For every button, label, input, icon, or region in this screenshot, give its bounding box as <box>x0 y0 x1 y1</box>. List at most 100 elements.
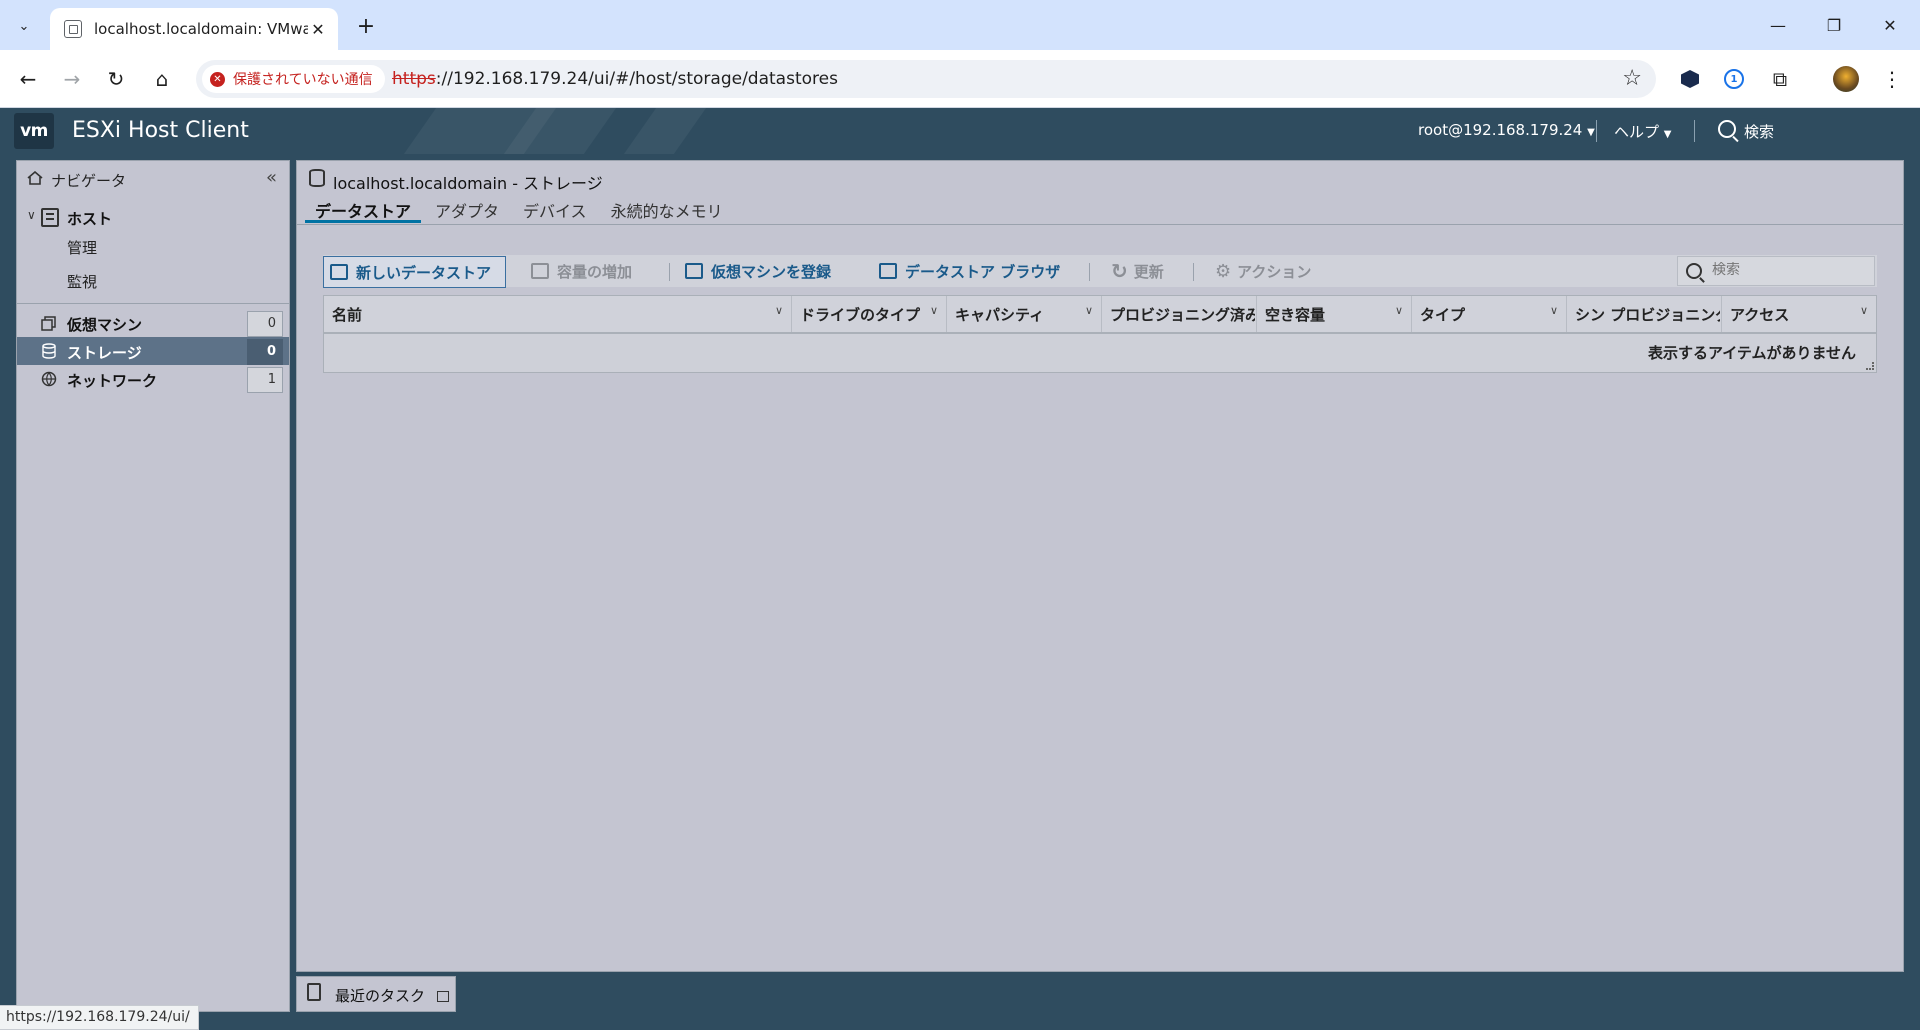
sidebar-item-label: 仮想マシン <box>67 316 143 334</box>
tab-datastores[interactable]: データストア <box>305 195 422 223</box>
url-scheme: https <box>392 69 436 89</box>
collapse-icon[interactable]: « <box>266 167 277 188</box>
register-vm-icon <box>685 263 703 279</box>
chevron-down-icon[interactable]: ∨ <box>775 304 783 317</box>
esxi-header: vm ESXi Host Client root@192.168.179.24 … <box>0 108 1920 154</box>
vmware-favicon-icon <box>64 20 82 38</box>
storage-panel: localhost.localdomain - ストレージ データストア アダプ… <box>296 160 1904 972</box>
tab-persistent-memory[interactable]: 永続的なメモリ <box>601 195 733 223</box>
home-button[interactable]: ⌂ <box>146 63 178 95</box>
expand-chevron-icon[interactable]: ∨ <box>27 208 36 222</box>
column-header-access[interactable]: アクセス ∨ <box>1722 296 1876 332</box>
url-text[interactable]: https://192.168.179.24/ui/#/host/storage… <box>392 69 838 89</box>
chevron-down-icon[interactable]: ∨ <box>930 304 938 317</box>
extensions-puzzle-icon[interactable]: ⧉ <box>1764 63 1796 95</box>
chevron-down-icon[interactable]: ∨ <box>1085 304 1093 317</box>
header-search-label[interactable]: 検索 <box>1744 121 1774 142</box>
new-tab-button[interactable]: + <box>352 12 380 40</box>
chevron-down-icon[interactable]: ∨ <box>1395 304 1403 317</box>
storage-icon <box>309 169 325 187</box>
column-header-provisioned[interactable]: プロビジョニング済み <box>1102 296 1257 332</box>
increase-capacity-icon <box>531 263 549 279</box>
empty-message: 表示するアイテムがありません <box>1647 344 1856 362</box>
datastore-browser-button[interactable]: データストア ブラウザ <box>879 255 1060 287</box>
url-path: ://192.168.179.24/ui/#/host/storage/data… <box>435 69 838 89</box>
tab-adapters[interactable]: アダプタ <box>425 195 509 223</box>
column-header-capacity[interactable]: キャパシティ ∨ <box>947 296 1102 332</box>
new-datastore-button[interactable]: 新しいデータストア <box>323 256 507 288</box>
tab-devices[interactable]: デバイス <box>513 195 597 223</box>
sidebar-item-manage[interactable]: 管理 <box>67 237 97 258</box>
host-label: ホスト <box>67 210 113 228</box>
extension-hex-icon[interactable] <box>1674 63 1706 95</box>
back-button[interactable]: ← <box>12 63 44 95</box>
navigator-header[interactable]: ナビゲータ « <box>17 161 289 195</box>
tab-search-button[interactable]: ⌄ <box>10 12 38 40</box>
column-label: ドライブのタイプ <box>800 306 921 324</box>
register-vm-button[interactable]: 仮想マシンを登録 <box>685 255 831 287</box>
column-label: シン プロビジョニング <box>1575 306 1720 324</box>
app-body: ナビゲータ « ∨ ホスト 管理 監視 仮想マシン 0 ストレージ 0 ネットワ… <box>0 154 1920 1030</box>
user-menu[interactable]: root@192.168.179.24 ▼ <box>1418 121 1595 139</box>
user-name: root@192.168.179.24 <box>1418 121 1583 139</box>
search-icon[interactable] <box>1718 120 1736 138</box>
vm-icon <box>41 316 56 331</box>
security-chip[interactable]: ✕ 保護されていない通信 <box>202 65 385 93</box>
chevron-down-icon: ▼ <box>1587 127 1595 138</box>
chevron-down-icon[interactable]: ∨ <box>1860 304 1868 317</box>
security-label: 保護されていない通信 <box>233 72 373 88</box>
profile-avatar[interactable] <box>1830 63 1862 95</box>
clipboard-icon <box>307 983 321 1001</box>
navigator-title: ナビゲータ <box>51 172 127 190</box>
minimize-window-button[interactable]: — <box>1758 8 1798 42</box>
chevron-down-icon[interactable]: ∨ <box>1550 304 1558 317</box>
count-badge: 0 <box>247 311 283 337</box>
gear-icon: ⚙ <box>1215 260 1232 282</box>
navigator-panel: ナビゲータ « ∨ ホスト 管理 監視 仮想マシン 0 ストレージ 0 ネットワ… <box>16 160 290 1012</box>
status-bar-url: https://192.168.179.24/ui/ <box>0 1005 199 1030</box>
restore-window-button[interactable]: ❐ <box>1814 8 1854 42</box>
resize-grip-icon[interactable] <box>1866 362 1874 370</box>
forward-button[interactable]: → <box>56 63 88 95</box>
column-header-type[interactable]: タイプ ∨ <box>1412 296 1567 332</box>
datastore-browser-label: データストア ブラウザ <box>905 262 1061 281</box>
sidebar-item-storage[interactable]: ストレージ 0 <box>17 337 289 365</box>
column-header-drive-type[interactable]: ドライブのタイプ ∨ <box>792 296 947 332</box>
increase-capacity-button[interactable]: 容量の増加 <box>531 255 632 287</box>
sidebar-item-label: ストレージ <box>67 344 142 362</box>
sidebar-item-host[interactable]: ∨ ホスト <box>17 205 289 231</box>
grid-search-input[interactable] <box>1712 262 1862 278</box>
browser-tab-strip: ⌄ localhost.localdomain: VMware ✕ + — ❐ … <box>0 0 1920 50</box>
recent-tasks-bar[interactable]: 最近のタスク <box>296 976 456 1012</box>
restore-panel-icon[interactable] <box>437 991 449 1002</box>
refresh-label: 更新 <box>1133 262 1164 281</box>
sidebar-item-monitor[interactable]: 監視 <box>67 271 97 292</box>
grid-body: 表示するアイテムがありません <box>324 334 1876 372</box>
column-header-thin-provisioning[interactable]: シン プロビジョニング <box>1567 296 1722 332</box>
help-menu[interactable]: ヘルプ ▼ <box>1614 121 1672 142</box>
sidebar-item-network[interactable]: ネットワーク 1 <box>17 365 289 393</box>
refresh-button[interactable]: ↻ 更新 <box>1111 255 1164 287</box>
network-icon <box>41 371 57 387</box>
column-label: タイプ <box>1420 306 1466 324</box>
password-manager-icon[interactable]: 1 <box>1718 63 1750 95</box>
browser-tab[interactable]: localhost.localdomain: VMware ✕ <box>50 8 338 50</box>
column-label: アクセス <box>1730 306 1790 324</box>
actions-menu-button[interactable]: ⚙ アクション <box>1215 255 1311 287</box>
column-header-free-space[interactable]: 空き容量 ∨ <box>1257 296 1412 332</box>
close-window-button[interactable]: ✕ <box>1870 8 1910 42</box>
close-tab-icon[interactable]: ✕ <box>308 20 328 39</box>
column-header-name[interactable]: 名前 ∨ <box>324 296 792 332</box>
column-label: 空き容量 <box>1265 306 1326 324</box>
reload-button[interactable]: ↻ <box>100 63 132 95</box>
refresh-icon: ↻ <box>1111 259 1128 283</box>
vmware-logo: vm <box>14 113 54 149</box>
sidebar-item-virtual-machines[interactable]: 仮想マシン 0 <box>17 309 289 337</box>
browser-menu-icon[interactable]: ⋮ <box>1876 63 1908 95</box>
address-bar[interactable]: ✕ 保護されていない通信 https://192.168.179.24/ui/#… <box>196 60 1656 98</box>
navigator-divider <box>17 303 289 304</box>
increase-capacity-label: 容量の増加 <box>557 262 633 281</box>
bookmark-star-icon[interactable]: ☆ <box>1622 66 1642 91</box>
grid-search-box[interactable] <box>1677 256 1875 286</box>
datastore-grid: 名前 ∨ ドライブのタイプ ∨ キャパシティ ∨ プロビジョニング済み 空き容量 ∨ タ… <box>323 295 1877 373</box>
